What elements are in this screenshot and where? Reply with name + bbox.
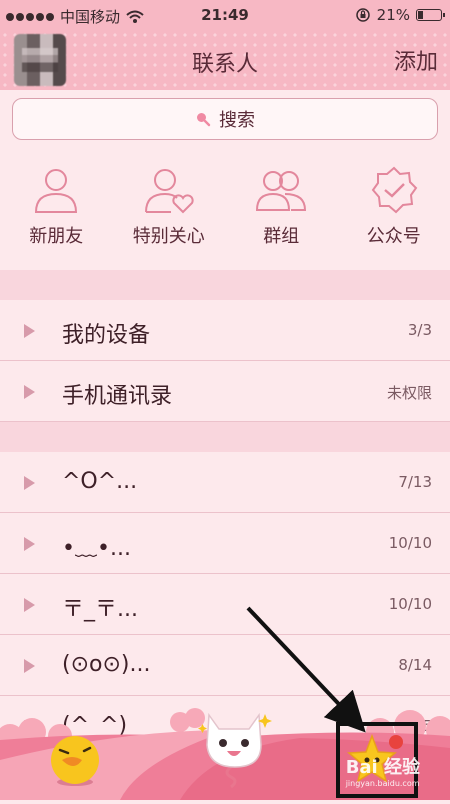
group-name: •﹏•... — [62, 530, 131, 562]
expand-arrow-icon — [24, 385, 35, 399]
quick-label: 特别关心 — [133, 222, 205, 248]
group-icon — [255, 164, 307, 216]
expand-arrow-icon — [24, 598, 35, 612]
person-heart-icon — [143, 164, 195, 216]
quick-label: 群组 — [263, 222, 299, 248]
quick-new-friends[interactable]: 新朋友 — [0, 152, 113, 270]
tab-bar: Bai 经验 jingyan.baidu.com — [0, 700, 450, 800]
list-item[interactable]: ^O^... 7/13 — [0, 452, 450, 513]
quick-groups[interactable]: 群组 — [225, 152, 338, 270]
expand-arrow-icon — [24, 324, 35, 338]
group-count: 7/13 — [398, 473, 432, 491]
quick-special-care[interactable]: 特别关心 — [113, 152, 226, 270]
expand-arrow-icon — [24, 537, 35, 551]
page-title: 联系人 — [0, 46, 450, 78]
list-item[interactable]: •﹏•... 10/10 — [0, 513, 450, 574]
expand-arrow-icon — [24, 476, 35, 490]
status-bar: 中国移动 21:49 21% — [0, 0, 450, 30]
add-button[interactable]: 添加 — [394, 44, 438, 76]
group-count: 未权限 — [387, 382, 432, 403]
expand-arrow-icon — [24, 659, 35, 673]
list-item[interactable]: 手机通讯录 未权限 — [0, 361, 450, 422]
quick-label: 新朋友 — [29, 222, 83, 248]
quick-entries: 新朋友 特别关心 群组 公众号 — [0, 152, 450, 270]
search-icon — [195, 111, 211, 127]
badge-check-icon — [368, 164, 420, 216]
section-divider — [0, 270, 450, 300]
group-count: 3/3 — [408, 321, 432, 339]
person-icon — [30, 164, 82, 216]
list-item[interactable]: 〒_〒... 10/10 — [0, 574, 450, 635]
group-name: 手机通讯录 — [62, 378, 172, 410]
group-count: 8/14 — [398, 656, 432, 674]
group-count: 10/10 — [389, 595, 432, 613]
list-item[interactable]: (⊙o⊙)... 8/14 — [0, 635, 450, 696]
quick-label: 公众号 — [367, 222, 421, 248]
nav-bar: 联系人 添加 — [0, 30, 450, 90]
group-count: 10/10 — [389, 534, 432, 552]
tab-messages[interactable] — [40, 720, 110, 800]
battery-label: 21% — [377, 6, 410, 24]
list-item[interactable]: 我的设备 3/3 — [0, 300, 450, 361]
group-name: 我的设备 — [62, 317, 150, 349]
search-section: 搜索 — [0, 90, 450, 152]
tab-contacts[interactable] — [195, 705, 275, 800]
duck-icon — [40, 720, 110, 800]
battery-icon — [416, 9, 442, 21]
watermark: Bai 经验 jingyan.baidu.com — [346, 753, 420, 788]
group-name: (⊙o⊙)... — [62, 652, 150, 677]
rotation-lock-icon — [355, 7, 371, 23]
quick-official-accounts[interactable]: 公众号 — [338, 152, 450, 270]
status-right: 21% — [355, 6, 442, 24]
search-input[interactable]: 搜索 — [12, 98, 438, 140]
search-label: 搜索 — [219, 106, 255, 132]
group-name: ^O^... — [62, 469, 137, 494]
cat-icon — [195, 705, 275, 800]
group-name: 〒_〒... — [62, 591, 138, 623]
section-divider — [0, 422, 450, 452]
